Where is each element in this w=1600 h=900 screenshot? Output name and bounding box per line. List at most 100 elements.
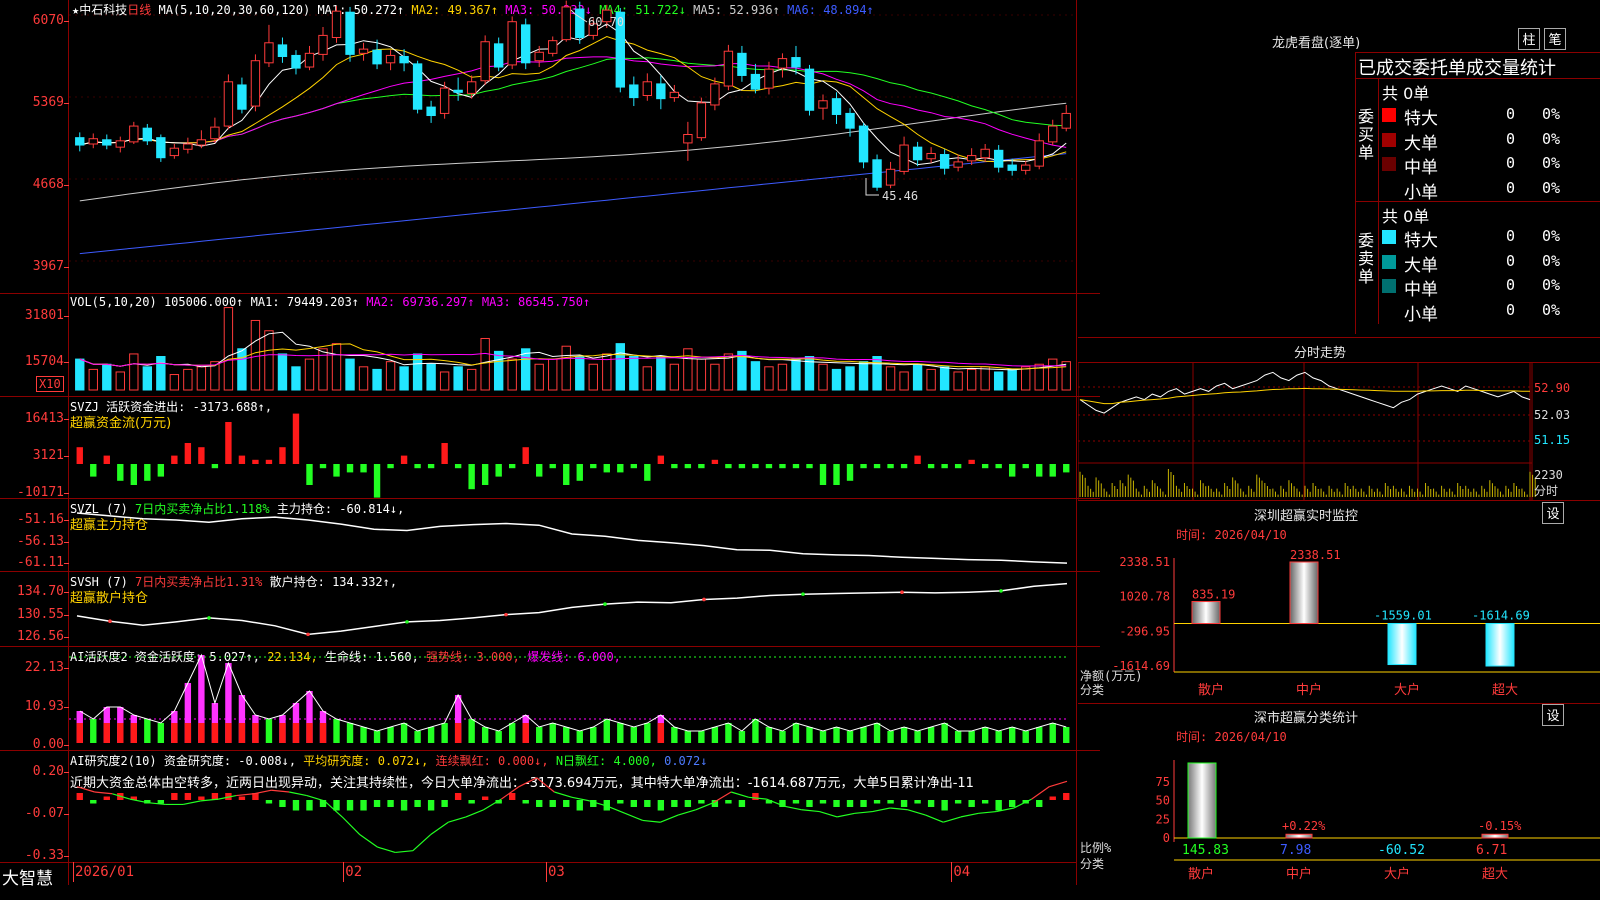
svzj-bar[interactable] — [644, 464, 651, 481]
candle[interactable] — [331, 10, 342, 39]
svzj-bar[interactable] — [927, 464, 935, 469]
candle[interactable] — [426, 106, 436, 117]
volume-bar[interactable] — [858, 361, 869, 391]
candle[interactable] — [642, 81, 653, 96]
ai-research-bar[interactable] — [846, 800, 854, 807]
ai-research-bar[interactable] — [1009, 800, 1016, 807]
volume-bar[interactable] — [277, 353, 288, 391]
candle[interactable] — [899, 144, 909, 172]
ai-research-bar[interactable] — [968, 800, 975, 807]
svzj-bar[interactable] — [76, 447, 83, 464]
volume-bar[interactable] — [980, 366, 990, 391]
kline-chart-area[interactable]: ★中石科技日线 MA(5,10,20,30,60,120) MA1: 50.27… — [0, 0, 1100, 900]
volume-bar[interactable] — [453, 366, 463, 391]
svzj-bar[interactable] — [265, 459, 273, 464]
candle[interactable] — [399, 55, 409, 64]
volume-bar[interactable] — [953, 371, 963, 391]
svzj-bar[interactable] — [414, 464, 421, 469]
svzj-bar[interactable] — [454, 464, 462, 469]
ai-research-bar[interactable] — [819, 800, 827, 804]
svzj-bar[interactable] — [671, 464, 678, 469]
svzj-chart[interactable] — [69, 396, 1076, 498]
svzj-bar[interactable] — [1022, 464, 1029, 469]
ai-research-bar[interactable] — [698, 800, 705, 804]
ai-research-bar[interactable] — [576, 800, 583, 811]
order-stat-row[interactable]: 小单 0 0% — [1382, 178, 1600, 203]
ai-research-bar[interactable] — [333, 800, 340, 811]
volume-bar[interactable] — [426, 363, 436, 391]
svzj-bar[interactable] — [860, 464, 867, 469]
order-stat-row[interactable]: 特大 0 0% — [1382, 104, 1600, 129]
volume-bar[interactable] — [912, 363, 923, 391]
svzj-bar[interactable] — [238, 455, 246, 464]
szm-bar[interactable] — [1289, 561, 1319, 625]
ai-research-bar[interactable] — [954, 800, 962, 804]
svzj-bar[interactable] — [130, 464, 137, 485]
svzj-bar[interactable] — [306, 464, 313, 485]
volume-bar[interactable] — [129, 353, 139, 391]
volume-bar[interactable] — [493, 350, 504, 391]
volume-bar[interactable] — [1007, 368, 1017, 391]
ai-research-bar[interactable] — [481, 796, 489, 801]
svzj-bar[interactable] — [481, 464, 489, 485]
svzj-bar[interactable] — [711, 459, 719, 464]
volume-bar[interactable] — [480, 337, 490, 391]
candle[interactable] — [250, 60, 261, 107]
candle[interactable] — [1007, 164, 1017, 171]
ai-research-bar[interactable] — [90, 800, 97, 804]
volume-bar[interactable] — [575, 356, 585, 391]
svzj-bar[interactable] — [198, 447, 205, 464]
volume-bar[interactable] — [656, 356, 666, 391]
szm-bar[interactable] — [1485, 623, 1515, 667]
candle[interactable] — [966, 155, 977, 162]
volume-bar[interactable] — [521, 348, 531, 391]
ai-research-bar[interactable] — [563, 800, 570, 807]
ai-research-bar[interactable] — [792, 800, 800, 804]
volume-bar[interactable] — [88, 368, 98, 391]
svzj-bar[interactable] — [819, 464, 827, 485]
svzj-bar[interactable] — [765, 464, 773, 469]
szc-bar[interactable] — [1187, 762, 1217, 839]
svzj-bar[interactable] — [495, 464, 502, 477]
candle[interactable] — [818, 100, 828, 109]
svzj-bar[interactable] — [427, 464, 435, 469]
candle[interactable] — [710, 83, 720, 106]
volume-bar[interactable] — [250, 319, 261, 391]
order-stat-row[interactable]: 中单 0 0% — [1382, 153, 1600, 178]
ai-research-bar[interactable] — [914, 800, 921, 804]
candle[interactable] — [345, 11, 355, 55]
volume-bar[interactable] — [683, 348, 693, 391]
svzj-bar[interactable] — [698, 464, 705, 469]
ai-research-bar[interactable] — [1063, 793, 1070, 800]
volume-bar[interactable] — [358, 366, 369, 391]
svzj-bar[interactable] — [225, 422, 232, 464]
volume-bar[interactable] — [764, 366, 774, 391]
ai-research-bar[interactable] — [279, 800, 286, 807]
ai-research-bar[interactable] — [198, 796, 205, 801]
candle[interactable] — [737, 52, 747, 76]
svzj-bar[interactable] — [1063, 464, 1070, 473]
volume-bar[interactable] — [169, 374, 180, 391]
ai-research-bar[interactable] — [752, 793, 759, 800]
volume-bar[interactable] — [196, 366, 207, 391]
ai-research-bar[interactable] — [441, 800, 448, 807]
candle[interactable] — [156, 137, 166, 159]
svzj-bar[interactable] — [657, 455, 665, 464]
szm-bar[interactable] — [1191, 601, 1221, 625]
candle[interactable] — [237, 84, 247, 110]
svzj-bar[interactable] — [184, 443, 192, 464]
candle[interactable] — [1034, 140, 1044, 167]
volume-bar[interactable] — [331, 343, 342, 391]
svzj-bar[interactable] — [1009, 464, 1016, 477]
candle[interactable] — [142, 127, 153, 142]
volume-chart[interactable] — [69, 293, 1076, 396]
candle[interactable] — [953, 161, 963, 168]
ai-research-bar[interactable] — [184, 793, 192, 800]
ai-research-bar[interactable] — [157, 800, 165, 804]
volume-bar[interactable] — [115, 371, 125, 391]
svzl-chart[interactable] — [69, 498, 1076, 571]
svzj-bar[interactable] — [792, 464, 800, 469]
ai-research-bar[interactable] — [981, 800, 989, 804]
order-stat-row[interactable]: 特大 0 0% — [1382, 226, 1600, 251]
candle[interactable] — [858, 125, 869, 163]
